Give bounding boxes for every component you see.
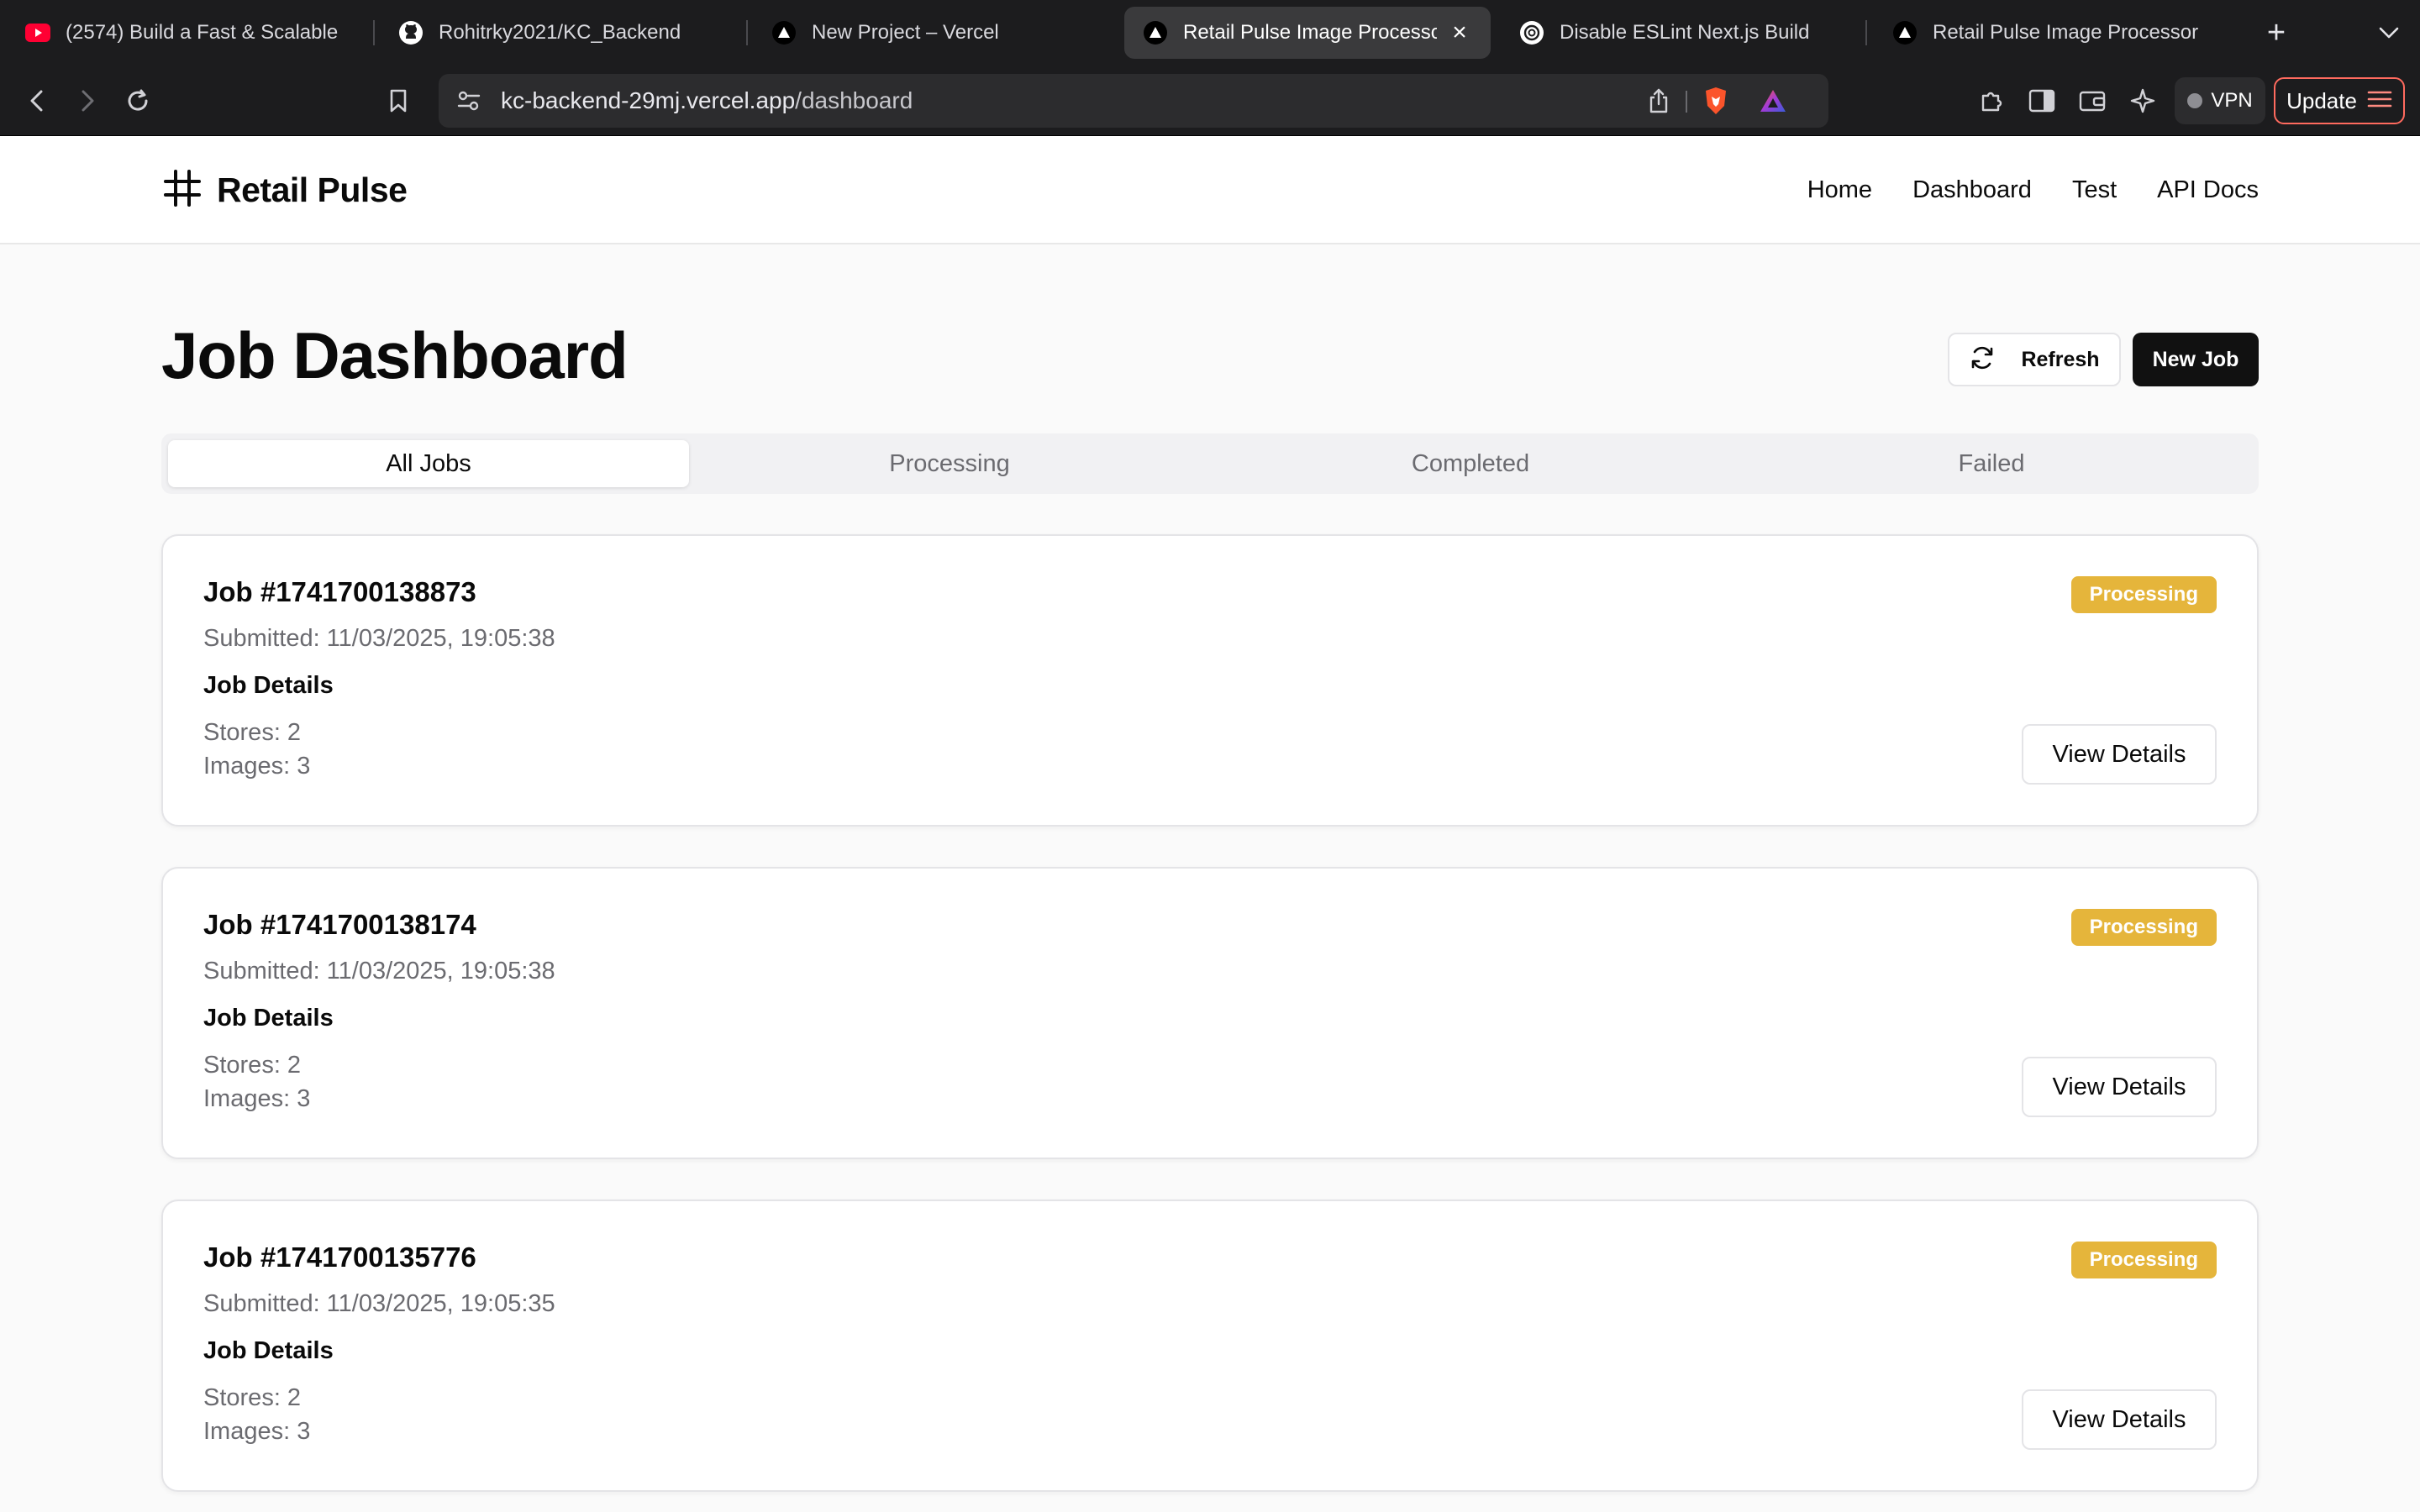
browser-tab-retail-pulse[interactable]: Retail Pulse Image Processor <box>1874 7 2244 59</box>
job-images-count: Images: 3 <box>203 753 311 780</box>
hash-logo-icon <box>163 169 202 212</box>
status-badge: Processing <box>2070 909 2217 946</box>
share-icon[interactable] <box>1640 82 1677 119</box>
job-details-heading: Job Details <box>203 1005 334 1032</box>
view-details-button[interactable]: View Details <box>2022 724 2217 785</box>
job-details-heading: Job Details <box>203 672 334 699</box>
status-badge: Processing <box>2070 576 2217 613</box>
youtube-icon <box>25 20 50 45</box>
vpn-button[interactable]: VPN <box>2175 77 2265 124</box>
job-images-count: Images: 3 <box>203 1418 311 1445</box>
vpn-label: VPN <box>2211 89 2253 112</box>
sidebar-toggle-icon[interactable] <box>2023 82 2060 119</box>
tab-failed[interactable]: Failed <box>1731 440 2252 487</box>
url-text[interactable]: kc-backend-29mj.vercel.app/dashboard <box>501 74 913 128</box>
leo-ai-icon[interactable] <box>2124 82 2161 119</box>
job-title: Job #1741700138174 <box>203 909 476 940</box>
tab-title: New Project – Vercel <box>812 21 999 44</box>
address-bar[interactable]: kc-backend-29mj.vercel.app/dashboard <box>439 74 1828 128</box>
browser-tab-retail-pulse-active[interactable]: Retail Pulse Image Processor × <box>1124 7 1491 59</box>
refresh-button[interactable]: Refresh <box>1948 333 2121 386</box>
tab-title: (2574) Build a Fast & Scalable <box>66 21 339 44</box>
job-card: Job #1741700138174 Submitted: 11/03/2025… <box>161 867 2259 1159</box>
job-title: Job #1741700135776 <box>203 1242 476 1273</box>
vercel-icon <box>771 20 797 45</box>
vercel-icon <box>1892 20 1918 45</box>
nav-test[interactable]: Test <box>2072 176 2117 204</box>
view-details-button[interactable]: View Details <box>2022 1057 2217 1117</box>
tab-separator <box>373 20 375 45</box>
tab-title: Rohitrky2021/KC_Backend <box>439 21 681 44</box>
page-title: Job Dashboard <box>161 318 629 392</box>
url-path: /dashboard <box>795 87 913 113</box>
job-stores-count: Stores: 2 <box>203 1384 302 1411</box>
browser-tab-youtube[interactable]: (2574) Build a Fast & Scalable <box>7 7 360 59</box>
chatgpt-icon <box>1519 20 1544 45</box>
brand-logo-link[interactable]: Retail Pulse <box>163 168 408 212</box>
browser-tab-github[interactable]: Rohitrky2021/KC_Backend <box>380 7 741 59</box>
vpn-status-dot <box>2187 93 2203 108</box>
reload-icon[interactable] <box>119 82 156 119</box>
view-details-button[interactable]: View Details <box>2022 1389 2217 1450</box>
extensions-icon[interactable] <box>1973 82 2010 119</box>
job-title: Job #1741700138873 <box>203 576 476 607</box>
github-icon <box>398 20 424 45</box>
nav-api-docs[interactable]: API Docs <box>2157 176 2259 204</box>
job-submitted-time: Submitted: 11/03/2025, 19:05:38 <box>203 625 555 652</box>
tab-separator <box>746 20 748 45</box>
close-tab-icon[interactable]: × <box>1447 18 1472 47</box>
tab-separator <box>1865 20 1867 45</box>
job-card: Job #1741700135776 Submitted: 11/03/2025… <box>161 1200 2259 1492</box>
new-tab-button[interactable]: + <box>2257 13 2296 52</box>
url-separator <box>1686 91 1687 113</box>
bookmark-icon[interactable] <box>380 82 417 119</box>
refresh-label: Refresh <box>2021 347 2100 371</box>
forward-icon[interactable] <box>69 82 106 119</box>
new-job-label: New Job <box>2152 347 2239 371</box>
tab-title: Disable ESLint Next.js Build <box>1560 21 1810 44</box>
brave-rewards-icon[interactable] <box>1754 82 1791 119</box>
status-badge: Processing <box>2070 1242 2217 1278</box>
tab-list-chevron-icon[interactable] <box>2370 13 2408 52</box>
job-images-count: Images: 3 <box>203 1085 311 1112</box>
back-icon[interactable] <box>18 82 55 119</box>
browser-toolbar: kc-backend-29mj.vercel.app/dashboard VPN… <box>0 66 2420 136</box>
job-card: Job #1741700138873 Submitted: 11/03/2025… <box>161 534 2259 827</box>
site-header: Retail Pulse Home Dashboard Test API Doc… <box>0 136 2420 244</box>
tab-completed[interactable]: Completed <box>1210 440 1731 487</box>
brave-shields-icon[interactable] <box>1697 82 1734 119</box>
url-host: kc-backend-29mj.vercel.app <box>501 87 796 113</box>
nav-home[interactable]: Home <box>1807 176 1872 204</box>
brand-name: Retail Pulse <box>217 170 408 209</box>
tab-processing[interactable]: Processing <box>689 440 1210 487</box>
browser-tab-bar: (2574) Build a Fast & Scalable Rohitrky2… <box>0 0 2420 66</box>
tab-title: Retail Pulse Image Processor <box>1933 21 2199 44</box>
tab-title: Retail Pulse Image Processor <box>1183 21 1437 44</box>
update-button[interactable]: Update <box>2274 77 2405 124</box>
nav-dashboard[interactable]: Dashboard <box>1912 176 2032 204</box>
job-details-heading: Job Details <box>203 1337 334 1364</box>
browser-tab-chatgpt[interactable]: Disable ESLint Next.js Build <box>1501 7 1854 59</box>
job-stores-count: Stores: 2 <box>203 1052 302 1079</box>
site-settings-icon[interactable] <box>450 82 487 119</box>
job-submitted-time: Submitted: 11/03/2025, 19:05:35 <box>203 1290 555 1317</box>
hamburger-menu-icon <box>2367 89 2392 113</box>
refresh-icon <box>1969 344 1996 375</box>
job-filter-tabs: All Jobs Processing Completed Failed <box>161 433 2259 494</box>
wallet-icon[interactable] <box>2074 82 2111 119</box>
tab-all-jobs[interactable]: All Jobs <box>168 440 689 487</box>
new-job-button[interactable]: New Job <box>2133 333 2259 386</box>
job-submitted-time: Submitted: 11/03/2025, 19:05:38 <box>203 958 555 984</box>
main-nav: Home Dashboard Test API Docs <box>1807 168 2259 212</box>
job-stores-count: Stores: 2 <box>203 719 302 746</box>
browser-tab-vercel[interactable]: New Project – Vercel <box>753 7 1114 59</box>
vercel-icon <box>1143 20 1168 45</box>
update-label: Update <box>2286 87 2357 113</box>
